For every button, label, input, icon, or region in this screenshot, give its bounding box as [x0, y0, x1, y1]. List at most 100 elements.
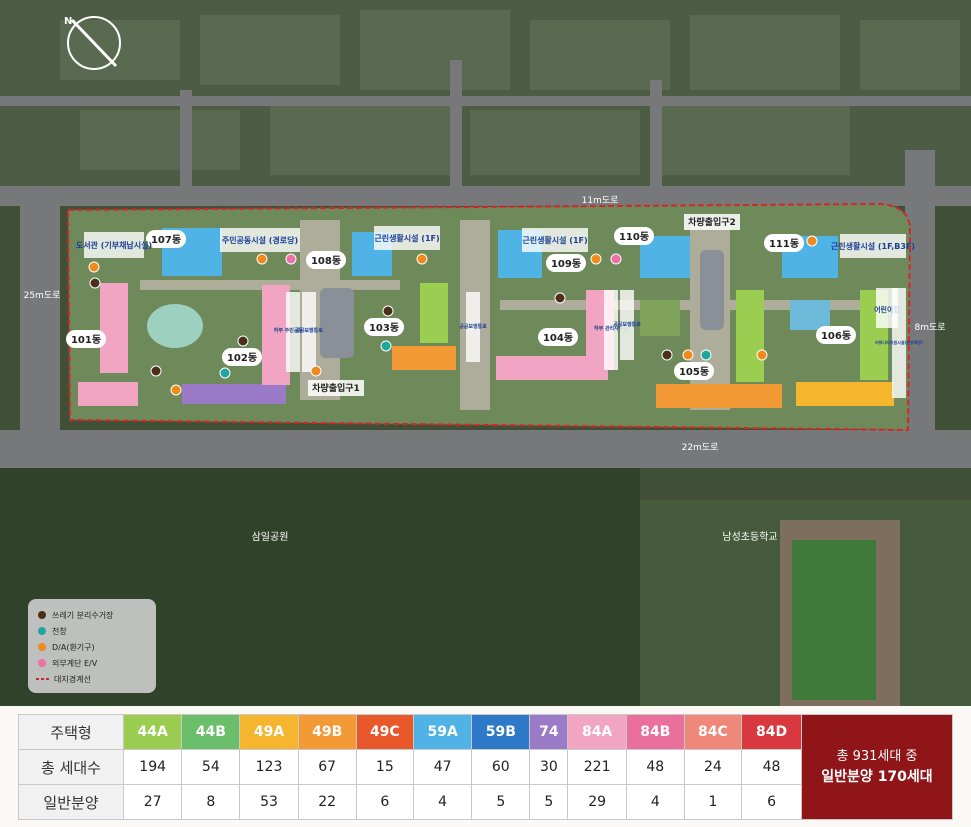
building-tag-105: 105동 [674, 362, 714, 380]
road-label-south: 22m도로 [682, 443, 719, 453]
cell: 60 [471, 749, 531, 785]
cell: 8 [181, 784, 241, 820]
chimney-marker [700, 349, 712, 361]
cell: 5 [529, 784, 569, 820]
unit-type-table: 주택형 44A 44B 49A 49B 49C 59A 59B 74 84A 8… [18, 714, 953, 820]
building-tag-106: 106동 [816, 326, 856, 344]
building-tag-109: 109동 [546, 254, 586, 272]
cell: 6 [741, 784, 802, 820]
trash-marker [89, 277, 101, 289]
chimney-marker [219, 367, 231, 379]
building-label: 107동 [151, 234, 181, 246]
cell: 123 [239, 749, 299, 785]
ev-marker [610, 253, 622, 265]
row-label: 일반분양 [18, 784, 124, 820]
building-label: 104동 [543, 332, 573, 344]
building-tag-108: 108동 [306, 251, 346, 269]
cell: 4 [625, 784, 685, 820]
road-label-west: 25m도로 [24, 291, 61, 301]
cell: 53 [239, 784, 299, 820]
type-59A: 59A [412, 714, 473, 750]
facility-label: 공공보행통로 [613, 321, 641, 328]
chimney-marker [380, 340, 392, 352]
cell: 15 [355, 749, 414, 785]
cell: 5 [471, 784, 531, 820]
svg-text:N: N [64, 16, 72, 27]
facility-label: 차량출입구1 [312, 382, 360, 394]
building-label: 101동 [71, 334, 101, 346]
retail1-label: 근린생활시설 (1F) [374, 226, 440, 250]
cell: 221 [567, 749, 627, 785]
retail2-label: 근린생활시설 (1F) [522, 228, 588, 252]
building-label: 108동 [311, 255, 341, 267]
facility-label: 공공보행통로 [459, 323, 487, 330]
type-49C: 49C [355, 714, 414, 750]
building-label: 109동 [551, 258, 581, 270]
legend-label: 외부계단 E/V [52, 658, 98, 668]
da-marker [88, 261, 100, 273]
legend-label: 쓰레기 분리수거장 [52, 610, 114, 620]
type-44B: 44B [181, 714, 241, 750]
trash-marker [237, 335, 249, 347]
trash-marker [554, 292, 566, 304]
cell: 24 [683, 749, 743, 785]
retail3-label: 근린생활시설 (1F,B3F) [831, 234, 915, 258]
building-tag-110: 110동 [614, 227, 654, 245]
building-label: 110동 [619, 231, 649, 243]
type-59B: 59B [471, 714, 531, 750]
building-label: 111동 [769, 238, 799, 250]
road-label-east: 8m도로 [914, 323, 945, 333]
row-label: 총 세대수 [18, 749, 124, 785]
trash-marker [661, 349, 673, 361]
cell: 29 [567, 784, 627, 820]
cell: 6 [355, 784, 414, 820]
building-label: 105동 [679, 366, 709, 378]
building-tag-103: 103동 [364, 318, 404, 336]
facility-label: 근린생활시설 (1F,B3F) [831, 241, 915, 251]
total-summary: 총 931세대 중 일반분양 170세대 [801, 714, 953, 820]
legend-label: D/A(환기구) [52, 642, 95, 652]
building-tag-101: 101동 [66, 330, 106, 348]
da-marker [682, 349, 694, 361]
cell: 30 [529, 749, 569, 785]
cell: 22 [297, 784, 357, 820]
facility-label: 공공보행통로 [295, 327, 323, 334]
school-label: 남성초등학교 [722, 531, 777, 543]
type-84A: 84A [567, 714, 627, 750]
summary-line1: 총 931세대 중 [836, 749, 918, 764]
building-tag-111: 111동 [764, 234, 804, 252]
da-marker [590, 253, 602, 265]
cell: 194 [122, 749, 183, 785]
cell: 4 [412, 784, 473, 820]
type-44A: 44A [122, 714, 183, 750]
table-header-label: 주택형 [18, 714, 124, 750]
legend-label: 천창 [52, 626, 67, 636]
trash-marker [382, 305, 394, 317]
type-74: 74 [529, 714, 569, 750]
da-marker [170, 384, 182, 396]
table-header-row: 주택형 44A 44B 49A 49B 49C 59A 59B 74 84A 8… [18, 714, 953, 820]
type-84D: 84D [741, 714, 802, 750]
type-84C: 84C [683, 714, 743, 750]
da-marker [416, 253, 428, 265]
building-label: 106동 [821, 330, 851, 342]
gate2-label: 차량출입구2 [684, 214, 740, 230]
cell: 47 [412, 749, 473, 785]
map-legend: 쓰레기 분리수거장 천창 D/A(환기구) 외부계단 E/V 대지경계선 [28, 599, 156, 693]
building-label: 103동 [369, 322, 399, 334]
da-marker [310, 365, 322, 377]
summary-line2: 일반분양 170세대 [821, 769, 933, 785]
park-label: 삼일공원 [252, 531, 289, 543]
road-label-north: 11m도로 [582, 196, 619, 206]
da-marker [256, 253, 268, 265]
community-senior-label: 주민공동시설 (경로당) [220, 228, 300, 252]
type-84B: 84B [625, 714, 685, 750]
building-tag-102: 102동 [222, 348, 262, 366]
facility-label: 도서관 (기부채납시설) [76, 240, 152, 250]
legend-label: 대지경계선 [54, 674, 91, 684]
type-49A: 49A [239, 714, 299, 750]
cell: 67 [297, 749, 357, 785]
cell: 1 [683, 784, 743, 820]
facility-label: 주민공동시설 (경로당) [222, 235, 298, 245]
cell: 54 [181, 749, 241, 785]
